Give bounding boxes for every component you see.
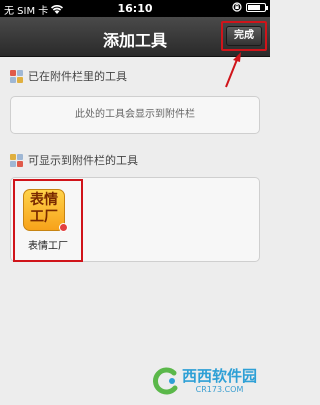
watermark-url: CR173.COM: [195, 385, 244, 394]
section-header-available: 可显示到附件栏的工具: [10, 152, 138, 168]
annotation-arrow: [225, 52, 241, 88]
tool-label: 表情工厂: [28, 241, 68, 252]
done-button-highlight: 完成: [221, 21, 267, 51]
rotation-lock-icon: [232, 2, 242, 12]
section-title: 已在附件栏里的工具: [28, 70, 127, 83]
section-header-attached: 已在附件栏里的工具: [10, 68, 127, 84]
attached-tools-empty-box: 此处的工具会显示到附件栏: [10, 96, 260, 134]
status-time: 16:10: [117, 2, 153, 15]
puzzle-icon: [10, 153, 23, 167]
watermark-text: 西西软件园: [182, 367, 258, 385]
battery-icon: [246, 2, 268, 12]
section-title: 可显示到附件栏的工具: [28, 154, 138, 167]
puzzle-icon: [10, 69, 23, 83]
status-bar: 无 SIM 卡 16:10: [0, 0, 270, 17]
tool-badge-icon: [59, 223, 68, 232]
done-button[interactable]: 完成: [226, 26, 262, 46]
tool-item-emoji-factory[interactable]: 表情工厂 表情工厂: [13, 179, 83, 262]
watermark: 西西软件园 CR173.COM: [150, 362, 268, 400]
watermark-logo-icon: [150, 366, 180, 396]
empty-hint-text: 此处的工具会显示到附件栏: [75, 109, 195, 120]
